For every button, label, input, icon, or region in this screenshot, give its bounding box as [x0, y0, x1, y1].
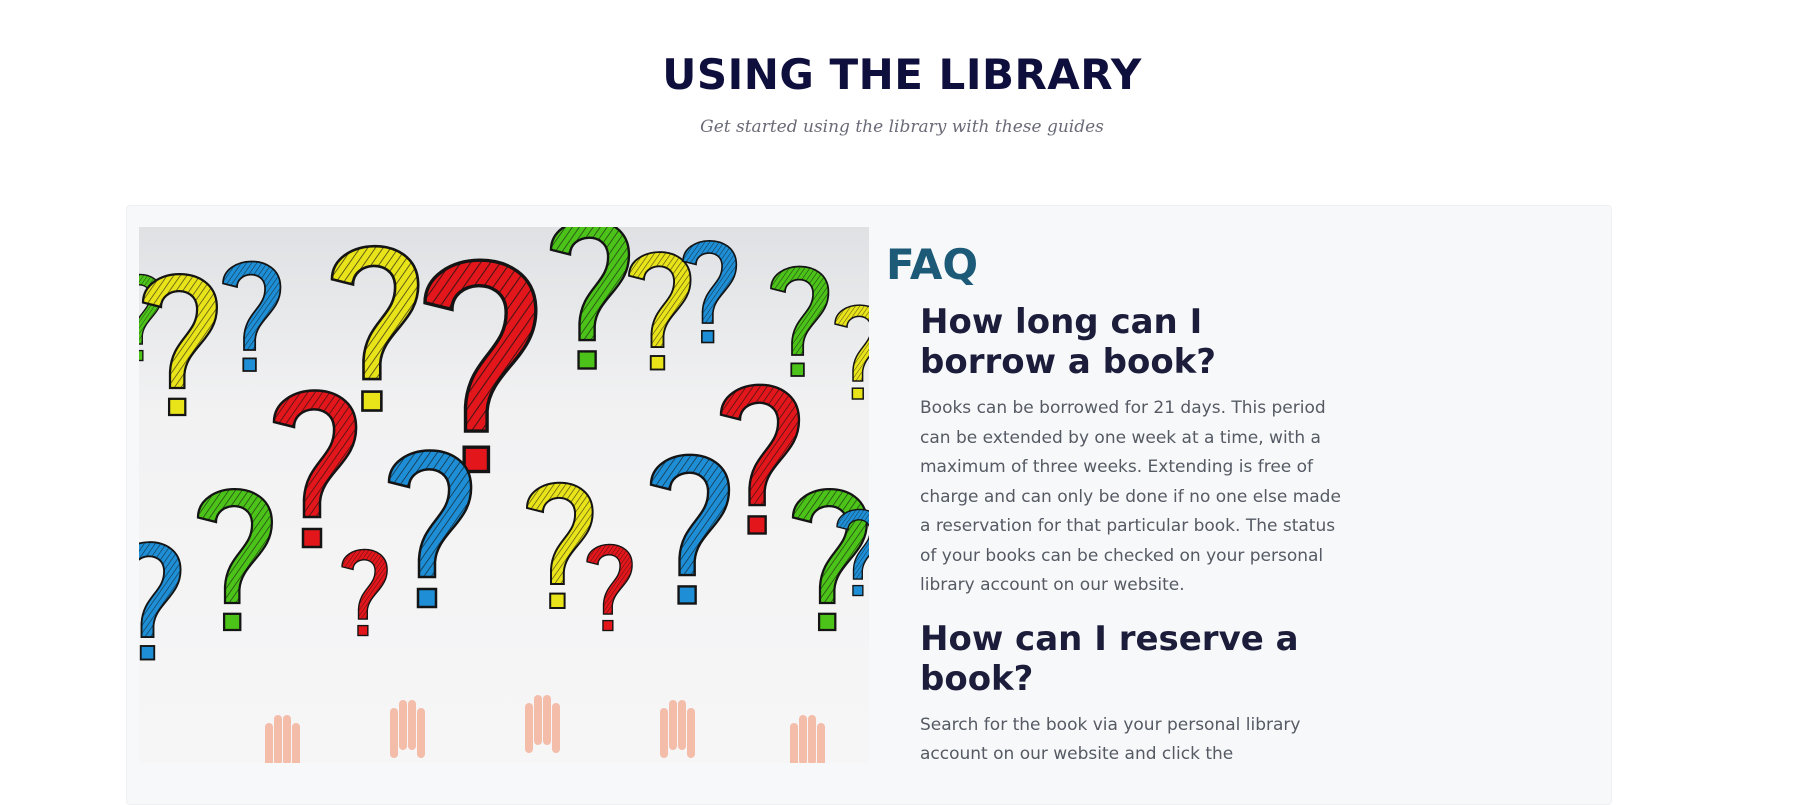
- question-mark-yellow: [330, 244, 420, 412]
- faq-answer: Search for the book via your personal li…: [920, 714, 1301, 765]
- question-mark-blue: [139, 541, 182, 661]
- faq-illustration: [139, 227, 869, 763]
- raised-hand: [660, 700, 695, 758]
- question-mark-red: [272, 389, 358, 549]
- faq-question: How long can I borrow a book?: [920, 302, 1217, 382]
- page-title: USING THE LIBRARY: [662, 50, 1142, 99]
- faq-question: How can I reserve a book?: [920, 618, 1299, 699]
- faq-item: How long can I borrow a book? Books can …: [920, 302, 1350, 601]
- page-subtitle: Get started using the library with these…: [700, 117, 1104, 137]
- question-mark-green: [196, 488, 273, 632]
- question-marks-group: [139, 227, 869, 661]
- question-mark-yellow: [525, 481, 594, 610]
- raised-hand: [790, 715, 825, 763]
- question-mark-red: [719, 383, 801, 535]
- question-mark-green: [549, 227, 631, 370]
- question-mark-green: [770, 265, 830, 377]
- question-mark-blue: [649, 453, 731, 605]
- question-mark-yellow: [628, 251, 692, 371]
- faq-answer: Books can be borrowed for 21 days. This …: [920, 398, 1341, 595]
- raised-hand: [390, 700, 425, 758]
- faq-item: How can I reserve a book? Search for the…: [920, 619, 1350, 770]
- question-mark-blue: [682, 240, 738, 344]
- question-mark-blue: [222, 260, 282, 372]
- question-marks-image: [139, 227, 869, 763]
- raised-hand: [265, 715, 300, 763]
- question-mark-red: [586, 543, 633, 632]
- raised-hands-group: [265, 695, 825, 763]
- question-mark-red: [423, 258, 538, 474]
- faq-title: FAQ: [886, 240, 979, 289]
- faq-section: FAQ How long can I borrow a book? Books …: [886, 240, 1346, 788]
- question-mark-yellow: [834, 304, 869, 400]
- question-mark-yellow: [141, 273, 218, 417]
- question-mark-blue: [387, 449, 473, 609]
- question-mark-red: [341, 548, 388, 637]
- faq-list: How long can I borrow a book? Books can …: [920, 302, 1350, 770]
- raised-hand: [525, 695, 560, 753]
